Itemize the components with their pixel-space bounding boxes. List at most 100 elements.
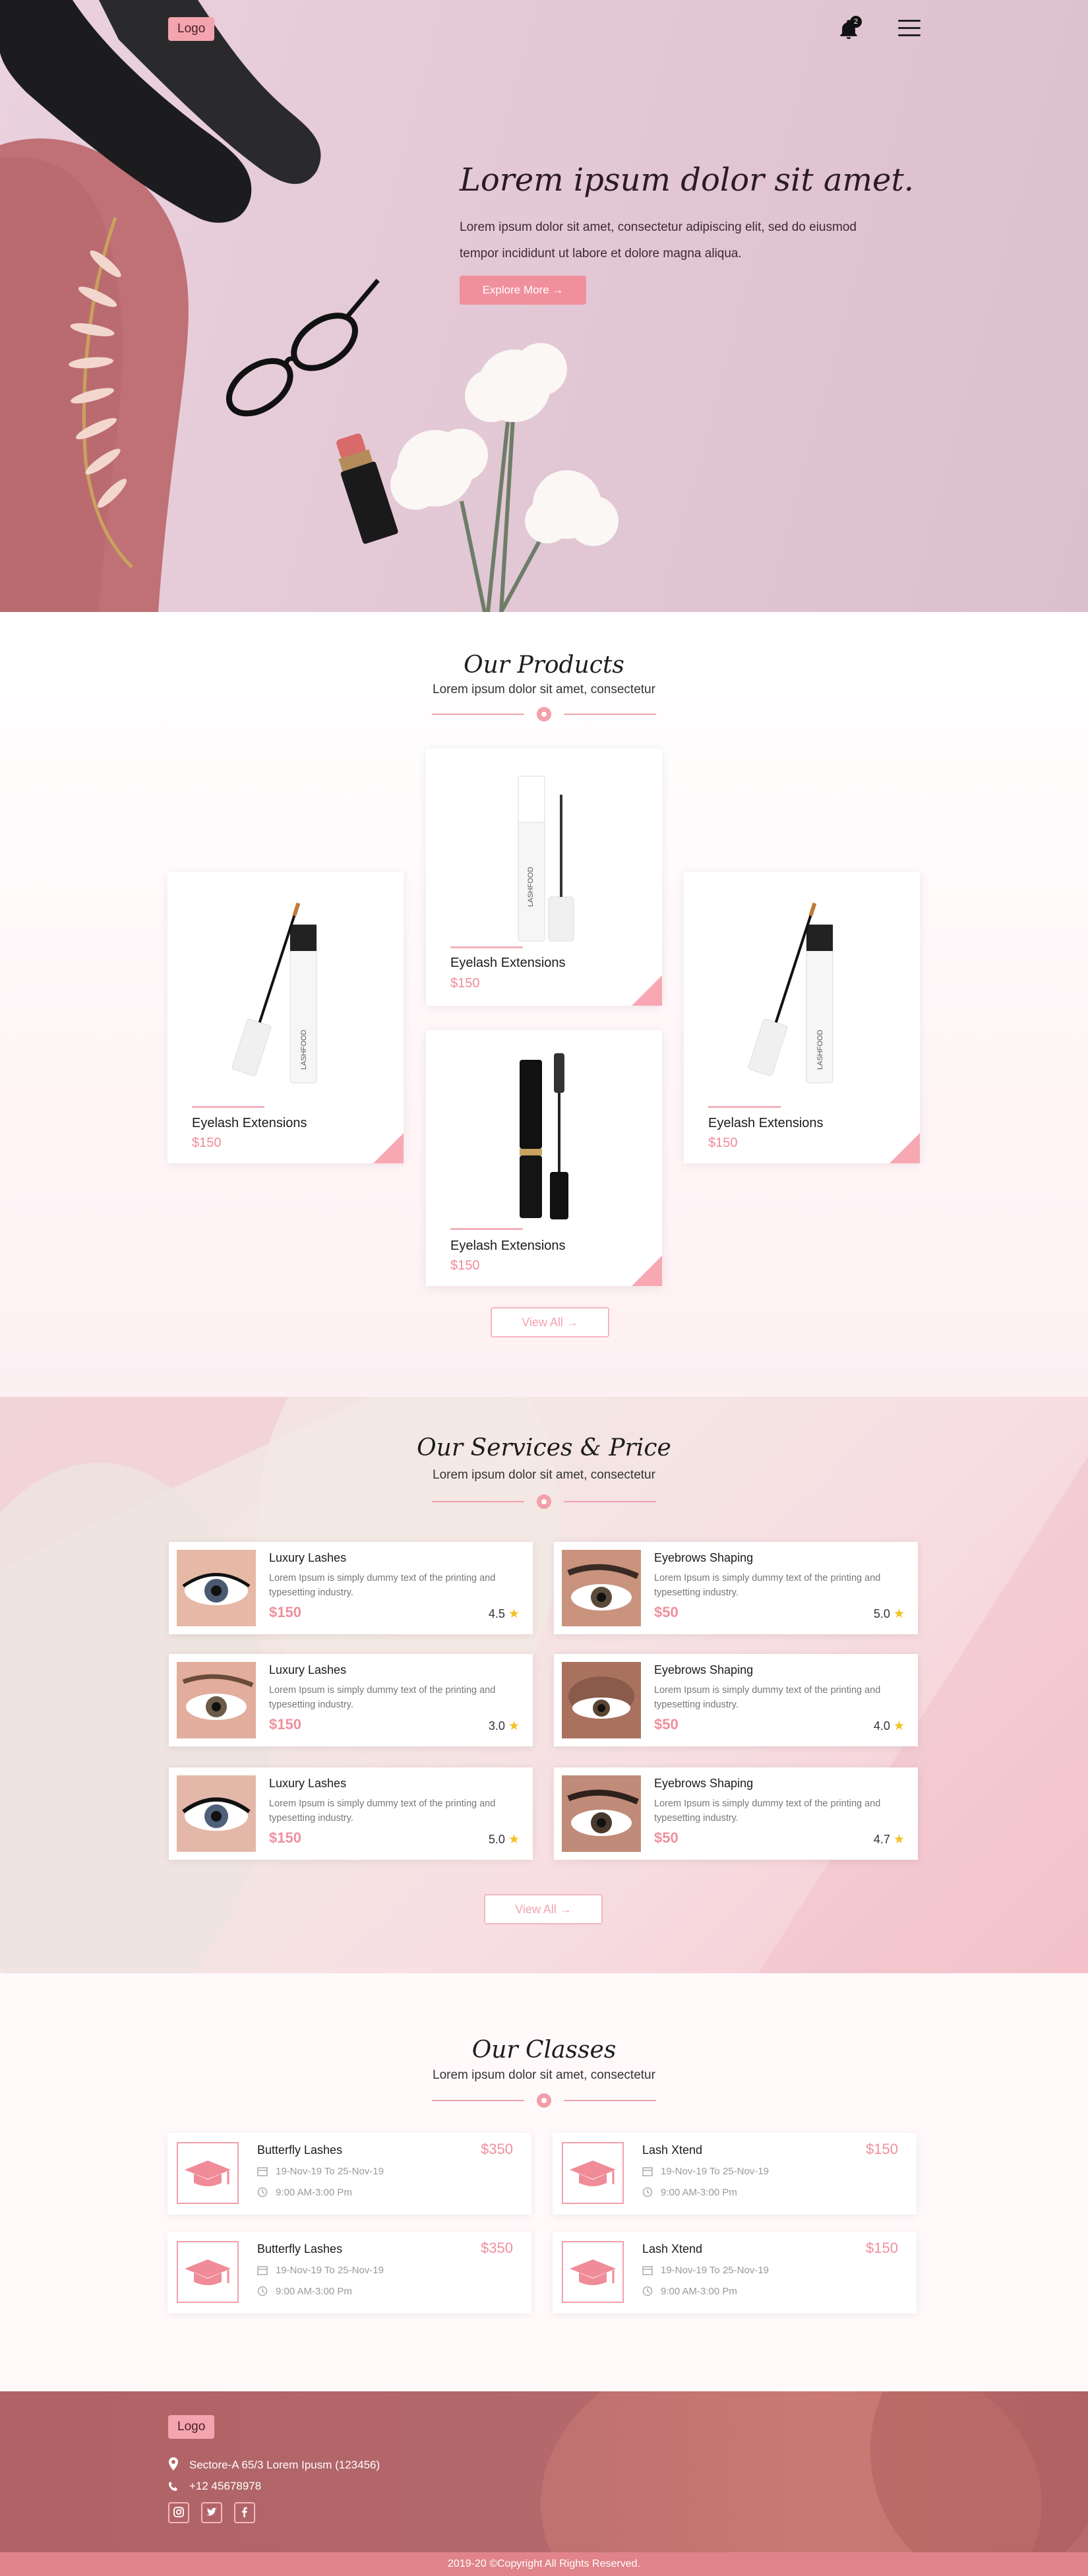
class-price: $150 bbox=[866, 2141, 898, 2157]
service-description: Lorem Ipsum is simply dummy text of the … bbox=[269, 1685, 496, 1710]
service-title: Eyebrows Shaping bbox=[654, 1777, 754, 1790]
service-title: Eyebrows Shaping bbox=[654, 1551, 754, 1564]
service-price: $50 bbox=[654, 1716, 679, 1733]
class-card[interactable]: Lash Xtend $150 19-Nov-19 To 25-Nov-19 9… bbox=[553, 2133, 917, 2215]
copyright-bar: 2019-20 ©Copyright All Rights Reserved. bbox=[0, 2552, 1088, 2576]
class-dates: 19-Nov-19 To 25-Nov-19 bbox=[257, 2265, 384, 2276]
service-description: Lorem Ipsum is simply dummy text of the … bbox=[654, 1798, 881, 1824]
class-name: Lash Xtend bbox=[642, 2242, 703, 2255]
instagram-icon[interactable] bbox=[168, 2502, 189, 2523]
eyebrow-photo bbox=[562, 1550, 641, 1626]
divider-ornament-icon bbox=[432, 707, 656, 721]
graduation-cap-icon bbox=[570, 2161, 616, 2186]
service-description: Lorem Ipsum is simply dummy text of the … bbox=[269, 1798, 496, 1824]
product-image: LASHFOOD bbox=[748, 902, 833, 1084]
phone-icon bbox=[169, 2482, 177, 2491]
service-description: Lorem Ipsum is simply dummy text of the … bbox=[269, 1573, 496, 1598]
service-price: $50 bbox=[654, 1829, 679, 1846]
eyebrow-photo bbox=[562, 1662, 641, 1738]
products-subtitle: Lorem ipsum dolor sit amet, consectetur bbox=[433, 683, 655, 696]
logo[interactable]: Logo bbox=[168, 17, 215, 41]
service-price: $150 bbox=[269, 1716, 301, 1733]
class-name: Butterfly Lashes bbox=[257, 2242, 343, 2255]
facebook-icon[interactable] bbox=[234, 2502, 255, 2523]
products-view-all-button[interactable]: View All → bbox=[491, 1307, 609, 1337]
hamburger-menu-icon[interactable] bbox=[898, 20, 921, 38]
services-view-all-button[interactable]: View All → bbox=[484, 1894, 603, 1924]
services-subtitle: Lorem ipsum dolor sit amet, consectetur bbox=[433, 1468, 655, 1482]
class-icon-frame bbox=[562, 2142, 624, 2204]
footer-background-photo bbox=[541, 2391, 1088, 2552]
services-background-image bbox=[0, 1397, 1088, 1973]
eye-lashes-photo bbox=[177, 1662, 256, 1738]
clock-icon bbox=[642, 2286, 653, 2296]
hero-section: Logo 2 Lorem ipsum dolor sit amet. Lorem… bbox=[0, 0, 1088, 612]
classes-title: Our Classes bbox=[471, 2037, 617, 2064]
product-card[interactable]: LASHFOOD Eyelash Extensions $150 bbox=[167, 872, 404, 1163]
service-rating: 3.0 ★ bbox=[488, 1719, 520, 1733]
product-card[interactable]: LASHFOOD Eyelash Extensions $150 bbox=[684, 872, 920, 1163]
product-price: $150 bbox=[708, 1136, 738, 1150]
product-name: Eyelash Extensions bbox=[192, 1116, 307, 1130]
footer-phone: +12 45678978 bbox=[168, 2480, 261, 2493]
class-dates: 19-Nov-19 To 25-Nov-19 bbox=[642, 2265, 769, 2276]
service-rating: 5.0 ★ bbox=[873, 1607, 905, 1621]
services-title: Our Services & Price bbox=[417, 1434, 671, 1461]
product-price: $150 bbox=[450, 1258, 480, 1273]
service-rating: 4.5 ★ bbox=[488, 1607, 520, 1621]
class-card[interactable]: Butterfly Lashes $350 19-Nov-19 To 25-No… bbox=[167, 2232, 531, 2314]
product-card[interactable]: Eyelash Extensions $150 bbox=[426, 1030, 662, 1286]
class-price: $150 bbox=[866, 2240, 898, 2256]
service-rating: 4.0 ★ bbox=[873, 1719, 905, 1733]
location-pin-icon bbox=[169, 2457, 178, 2470]
service-description: Lorem Ipsum is simply dummy text of the … bbox=[654, 1685, 881, 1710]
product-image bbox=[520, 1053, 568, 1219]
hero-illustration bbox=[0, 0, 619, 612]
class-dates: 19-Nov-19 To 25-Nov-19 bbox=[257, 2166, 384, 2177]
service-card[interactable]: Eyebrows Shaping Lorem Ipsum is simply d… bbox=[554, 1767, 918, 1860]
corner-ribbon bbox=[632, 975, 662, 1006]
service-price: $150 bbox=[269, 1829, 301, 1846]
class-time: 9:00 AM-3:00 Pm bbox=[257, 2286, 352, 2297]
service-description: Lorem Ipsum is simply dummy text of the … bbox=[654, 1573, 881, 1598]
graduation-cap-icon bbox=[185, 2161, 231, 2186]
class-dates: 19-Nov-19 To 25-Nov-19 bbox=[642, 2166, 769, 2177]
product-card[interactable]: LASHFOOD Eyelash Extensions $150 bbox=[426, 749, 662, 1006]
notification-badge: 2 bbox=[850, 16, 862, 28]
product-price: $150 bbox=[450, 976, 480, 991]
star-icon: ★ bbox=[893, 1607, 905, 1621]
divider-ornament-icon bbox=[432, 1494, 656, 1509]
product-name: Eyelash Extensions bbox=[450, 956, 566, 970]
footer: Logo Sectore-A 65/3 Lorem Ipusm (123456)… bbox=[0, 2391, 1088, 2552]
graduation-cap-icon bbox=[570, 2259, 616, 2285]
service-title: Luxury Lashes bbox=[269, 1551, 347, 1564]
svg-text:LASHFOOD: LASHFOOD bbox=[300, 1029, 308, 1070]
service-card[interactable]: Eyebrows Shaping Lorem Ipsum is simply d… bbox=[554, 1542, 918, 1634]
explore-more-button[interactable]: Explore More → bbox=[460, 276, 586, 305]
class-icon-frame bbox=[177, 2142, 239, 2204]
services-section bbox=[0, 1397, 1088, 1973]
classes-subtitle: Lorem ipsum dolor sit amet, consectetur bbox=[433, 2068, 655, 2082]
star-icon: ★ bbox=[508, 1607, 520, 1621]
service-rating: 4.7 ★ bbox=[873, 1833, 905, 1847]
service-title: Eyebrows Shaping bbox=[654, 1663, 754, 1676]
service-card[interactable]: Luxury Lashes Lorem Ipsum is simply dumm… bbox=[169, 1542, 533, 1634]
twitter-icon[interactable] bbox=[201, 2502, 222, 2523]
star-icon: ★ bbox=[893, 1833, 905, 1847]
service-rating: 5.0 ★ bbox=[488, 1833, 520, 1847]
svg-text:LASHFOOD: LASHFOOD bbox=[816, 1029, 824, 1070]
service-card[interactable]: Eyebrows Shaping Lorem Ipsum is simply d… bbox=[554, 1654, 918, 1746]
class-card[interactable]: Butterfly Lashes $350 19-Nov-19 To 25-No… bbox=[167, 2133, 531, 2215]
corner-ribbon bbox=[373, 1133, 404, 1163]
star-icon: ★ bbox=[508, 1719, 520, 1733]
service-card[interactable]: Luxury Lashes Lorem Ipsum is simply dumm… bbox=[169, 1767, 533, 1860]
footer-logo[interactable]: Logo bbox=[168, 2415, 215, 2439]
service-card[interactable]: Luxury Lashes Lorem Ipsum is simply dumm… bbox=[169, 1654, 533, 1746]
clock-icon bbox=[257, 2286, 268, 2296]
hero-text: Lorem ipsum dolor sit amet, consectetur … bbox=[460, 220, 857, 261]
star-icon: ★ bbox=[893, 1719, 905, 1733]
class-time: 9:00 AM-3:00 Pm bbox=[257, 2187, 352, 2198]
corner-ribbon bbox=[632, 1256, 662, 1286]
class-card[interactable]: Lash Xtend $150 19-Nov-19 To 25-Nov-19 9… bbox=[553, 2232, 917, 2314]
star-icon: ★ bbox=[508, 1833, 520, 1847]
